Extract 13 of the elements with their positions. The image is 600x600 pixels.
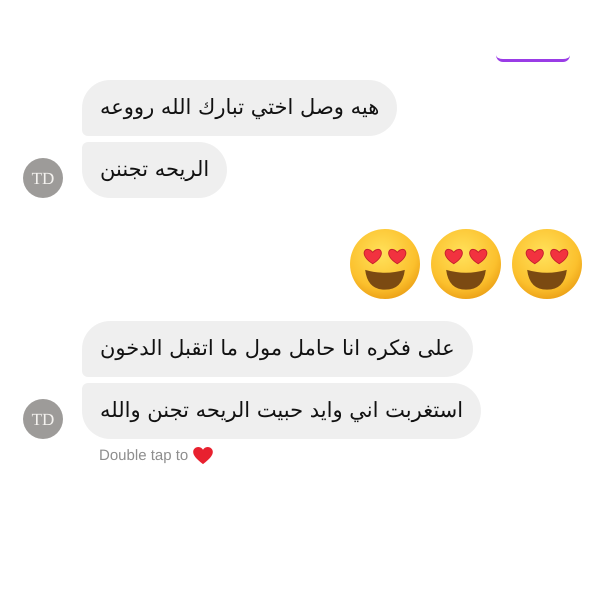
heart-icon — [193, 447, 214, 466]
avatar[interactable]: TD — [23, 158, 63, 198]
heart-eyes-emoji-icon — [350, 229, 420, 299]
message-bubble: هيه وصل اختي تبارك الله رووعه — [82, 80, 398, 136]
avatar-monogram: TD — [30, 170, 56, 186]
double-tap-hint: Double tap to — [99, 446, 188, 466]
message-bubble: الريحه تجننن — [82, 142, 228, 198]
heart-eyes-emoji-icon — [431, 229, 501, 299]
avatar-monogram: TD — [30, 410, 56, 428]
message-bubble: على فكره انا حامل مول ما اتقبل الدخون — [82, 321, 473, 377]
message-bubble: استغربت اني وايد حبيت الريحه تجنن والله — [82, 383, 482, 439]
heart-eyes-emoji-icon — [512, 229, 582, 299]
avatar[interactable]: TD — [23, 399, 63, 439]
